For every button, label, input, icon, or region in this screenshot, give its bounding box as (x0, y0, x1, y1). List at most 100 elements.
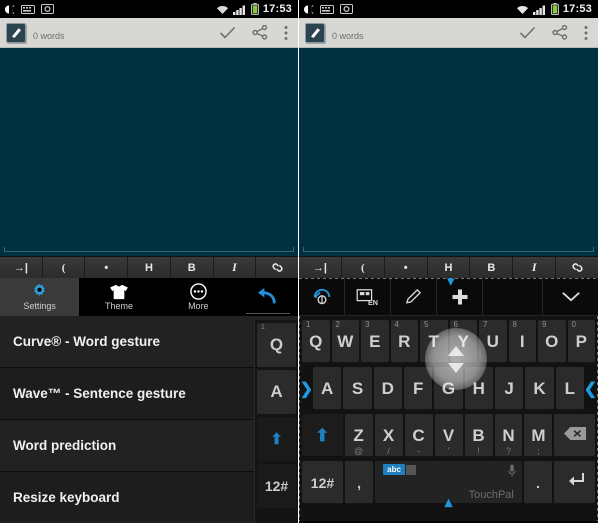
setting-label: Resize keyboard (13, 490, 120, 505)
italic-key[interactable]: I (513, 257, 557, 278)
note-editor-right[interactable] (299, 48, 598, 256)
key-label: Y (457, 331, 469, 351)
key-b[interactable]: B! (464, 414, 493, 457)
paren-key[interactable]: ( (341, 257, 385, 278)
more-dots-icon (190, 283, 207, 300)
tab-more[interactable]: More (159, 278, 238, 316)
keyboard-icon (21, 4, 35, 14)
key-w[interactable]: 2W (331, 320, 359, 363)
tab-key[interactable]: →| (0, 257, 43, 278)
key-r[interactable]: 4R (390, 320, 418, 363)
key-k[interactable]: K (525, 367, 554, 410)
key-i[interactable]: 8I (508, 320, 536, 363)
battery-icon (550, 3, 559, 16)
tab-settings[interactable]: Settings (0, 278, 80, 316)
key-a[interactable]: A (313, 367, 342, 410)
overflow-menu-icon[interactable] (284, 25, 288, 41)
status-bar-right: 17:53 (299, 0, 598, 18)
key-s[interactable]: S (343, 367, 372, 410)
key-f[interactable]: F (403, 367, 433, 410)
svg-text:EN: EN (368, 298, 378, 306)
keyboard-back-button[interactable] (238, 278, 298, 316)
key-punct-hint: ? (505, 446, 511, 456)
keyboard-settings-tabs: Settings Theme More (0, 278, 298, 316)
bold-key[interactable]: B (170, 257, 214, 278)
enter-key[interactable] (554, 461, 596, 504)
key-number-hint: 4 (394, 320, 399, 329)
comma-key[interactable]: , (344, 461, 374, 504)
input-mode-toggle[interactable] (405, 464, 416, 475)
tab-theme[interactable]: Theme (79, 278, 158, 316)
key-c[interactable]: C- (404, 414, 433, 457)
input-mode-chip[interactable]: abc (383, 464, 416, 475)
bold-key[interactable]: B (470, 257, 514, 278)
numeric-symbols-key[interactable]: 12# (302, 461, 343, 504)
peek-key-shift[interactable]: ⬆ (257, 417, 296, 461)
format-toolbar-left: →| ( • H B I (0, 256, 298, 278)
key-label: ⬆ (315, 425, 330, 445)
key-label: A (321, 378, 334, 398)
note-editor-left[interactable] (0, 48, 298, 256)
notes-app-logo[interactable] (305, 22, 325, 43)
key-u[interactable]: 7U (479, 320, 507, 363)
key-q[interactable]: 1Q (302, 320, 330, 363)
left-chevron-icon[interactable]: ❯ (300, 379, 313, 399)
share-icon[interactable] (252, 24, 268, 40)
key-g[interactable]: G (434, 367, 463, 410)
link-key[interactable] (556, 257, 598, 278)
chevron-down-resize-icon: ▾ (447, 273, 455, 290)
paren-key[interactable]: ( (42, 257, 86, 278)
tab-key[interactable]: →| (299, 257, 342, 278)
key-punct-hint: ! (477, 446, 480, 456)
key-n[interactable]: N? (494, 414, 523, 457)
bullet-key[interactable]: • (85, 257, 129, 278)
key-p[interactable]: 0P (567, 320, 595, 363)
chevron-down-icon[interactable] (542, 278, 598, 315)
key-m[interactable]: M; (524, 414, 553, 457)
shift-key[interactable]: ⬆ (302, 414, 343, 457)
key-t[interactable]: 5T (420, 320, 448, 363)
heading-key[interactable]: H (128, 257, 171, 278)
curve-gesture-icon[interactable] (299, 278, 345, 315)
back-arrow-icon (256, 287, 280, 307)
key-l[interactable]: L (555, 367, 584, 410)
key-punct-hint: @ (353, 446, 364, 456)
language-en-icon[interactable]: EN (345, 278, 391, 315)
key-punct-hint: ' (447, 446, 450, 456)
key-z[interactable]: Z @ (344, 414, 373, 457)
key-h[interactable]: H (464, 367, 493, 410)
link-key[interactable] (256, 257, 298, 278)
key-number-hint: 3 (365, 320, 370, 329)
peek-key-a[interactable]: A (257, 370, 296, 414)
right-chevron-icon[interactable]: ❮ (584, 379, 597, 399)
period-key[interactable]: . (523, 461, 553, 504)
key-d[interactable]: D (373, 367, 402, 410)
key-v[interactable]: V ' (434, 414, 463, 457)
key-e[interactable]: 3E (361, 320, 389, 363)
key-label: K (533, 378, 546, 398)
key-label: V (442, 425, 455, 445)
done-check-icon[interactable] (519, 26, 536, 40)
microphone-icon[interactable] (508, 463, 516, 483)
key-o[interactable]: 9O (538, 320, 566, 363)
key-x[interactable]: X / (374, 414, 403, 457)
expand-up-icon[interactable]: ▴ (445, 495, 453, 510)
backspace-key[interactable] (554, 414, 596, 457)
key-y[interactable]: 6Y (449, 320, 477, 363)
peek-key-q[interactable]: 1 Q (257, 323, 296, 367)
italic-key[interactable]: I (213, 257, 257, 278)
share-icon[interactable] (552, 24, 568, 40)
pencil-icon[interactable] (391, 278, 437, 315)
notes-app-logo[interactable] (6, 22, 26, 43)
overflow-menu-icon[interactable] (584, 25, 588, 41)
plus-icon[interactable] (437, 278, 483, 315)
done-check-icon[interactable] (219, 26, 236, 40)
bullet-key[interactable]: • (384, 257, 428, 278)
space-key[interactable]: abc TouchPal ▴ (375, 461, 522, 510)
setting-label: Curve® - Word gesture (13, 334, 160, 349)
key-number-hint: 9 (542, 320, 547, 329)
key-j[interactable]: J (494, 367, 524, 410)
wifi-icon (516, 4, 529, 15)
peek-key-numeric[interactable]: 12# (257, 464, 296, 508)
editor-baseline (303, 247, 594, 252)
